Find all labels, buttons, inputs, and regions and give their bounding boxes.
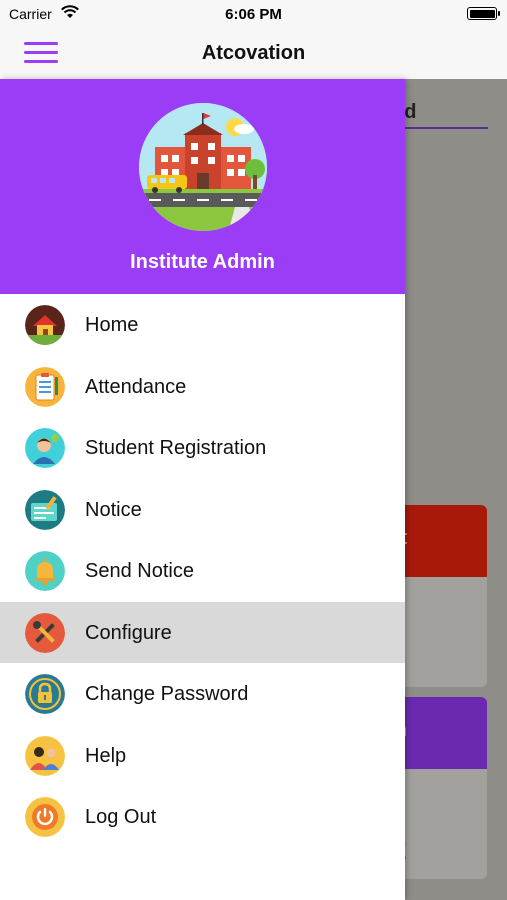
menu-item-label: Help — [85, 744, 127, 767]
lock-icon — [25, 674, 65, 714]
clock: 6:06 PM — [225, 6, 282, 23]
house-icon — [25, 305, 65, 345]
clipboard-icon — [25, 366, 65, 407]
help-people-icon — [25, 735, 65, 776]
power-icon — [25, 797, 65, 837]
menu-item-change-password[interactable]: Change Password — [0, 663, 405, 725]
menu-item-notice[interactable]: Notice — [0, 479, 405, 541]
menu-item-attendance[interactable]: Attendance — [0, 356, 405, 418]
menu-item-label: Configure — [85, 621, 172, 644]
menu-item-label: Attendance — [85, 375, 187, 398]
menu-item-label: Send Notice — [85, 560, 194, 582]
drawer-menu: Home Attendance Student Registration Not… — [0, 294, 405, 848]
drawer-header: Institute Admin — [0, 79, 405, 294]
profile-name: Institute Admin — [130, 251, 275, 273]
menu-item-help[interactable]: Help — [0, 725, 405, 787]
school-building-icon — [139, 103, 267, 231]
menu-item-label: Home — [85, 314, 139, 336]
tools-icon — [25, 612, 65, 653]
menu-item-configure[interactable]: Configure — [0, 601, 405, 663]
bell-icon — [25, 551, 65, 591]
menu-item-send-notice[interactable]: Send Notice — [0, 540, 405, 602]
menu-item-label: Log Out — [85, 806, 157, 828]
background-tab-underline — [392, 127, 488, 129]
menu-item-student-registration[interactable]: Student Registration — [0, 417, 405, 479]
menu-item-label: Student Registration — [85, 437, 267, 459]
menu-item-label: Change Password — [85, 683, 249, 705]
battery-icon — [467, 7, 500, 20]
menu-item-label: Notice — [85, 498, 142, 521]
menu-item-home[interactable]: Home — [0, 294, 405, 356]
navigation-drawer: Institute Admin Home Attendance Student … — [0, 79, 405, 900]
notice-icon — [25, 489, 65, 530]
app-title: Atcovation — [201, 42, 306, 64]
student-icon — [25, 428, 65, 468]
nav-bar: Atcovation — [0, 28, 507, 79]
status-bar: Carrier 6:06 PM — [0, 0, 507, 28]
menu-item-log-out[interactable]: Log Out — [0, 786, 405, 848]
